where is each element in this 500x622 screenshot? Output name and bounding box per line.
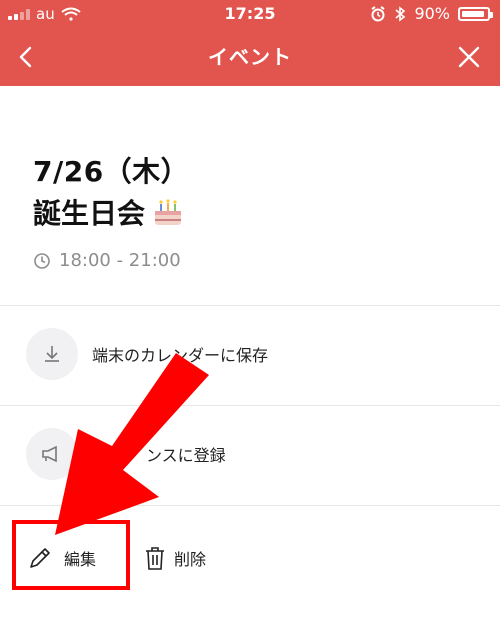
event-time-row: 18:00 - 21:00 xyxy=(33,250,181,271)
event-date: 7/26（木） xyxy=(33,155,190,188)
close-icon[interactable] xyxy=(454,42,484,72)
register-announcement-row[interactable]: ンスに登録 xyxy=(0,406,500,502)
birthday-cake-icon xyxy=(155,199,182,225)
download-icon xyxy=(26,328,78,380)
highlight-box xyxy=(12,520,130,590)
event-time: 18:00 - 21:00 xyxy=(59,250,181,271)
page-title: イベント xyxy=(208,45,292,69)
bluetooth-icon xyxy=(395,6,406,22)
save-to-calendar-label: 端末のカレンダーに保存 xyxy=(92,346,269,365)
event-title-row: 誕生日会 xyxy=(33,192,185,232)
battery-icon xyxy=(458,7,493,21)
save-to-calendar-row[interactable]: 端末のカレンダーに保存 xyxy=(0,306,500,402)
event-title: 誕生日会 xyxy=(33,197,146,230)
delete-button[interactable]: 削除 xyxy=(144,535,206,581)
register-announcement-label: ンスに登録 xyxy=(146,446,226,465)
status-right: 90% xyxy=(370,0,493,28)
megaphone-icon xyxy=(26,428,78,480)
alarm-icon xyxy=(371,6,385,22)
delete-label: 削除 xyxy=(174,550,207,569)
trash-icon xyxy=(146,547,164,570)
battery-percent: 90% xyxy=(414,4,450,23)
navigation-bar: イベント xyxy=(0,28,500,86)
status-bar: au 17:25 90% xyxy=(0,0,500,28)
top-bar: au 17:25 90% イベント xyxy=(0,0,500,86)
clock-icon xyxy=(34,252,50,269)
